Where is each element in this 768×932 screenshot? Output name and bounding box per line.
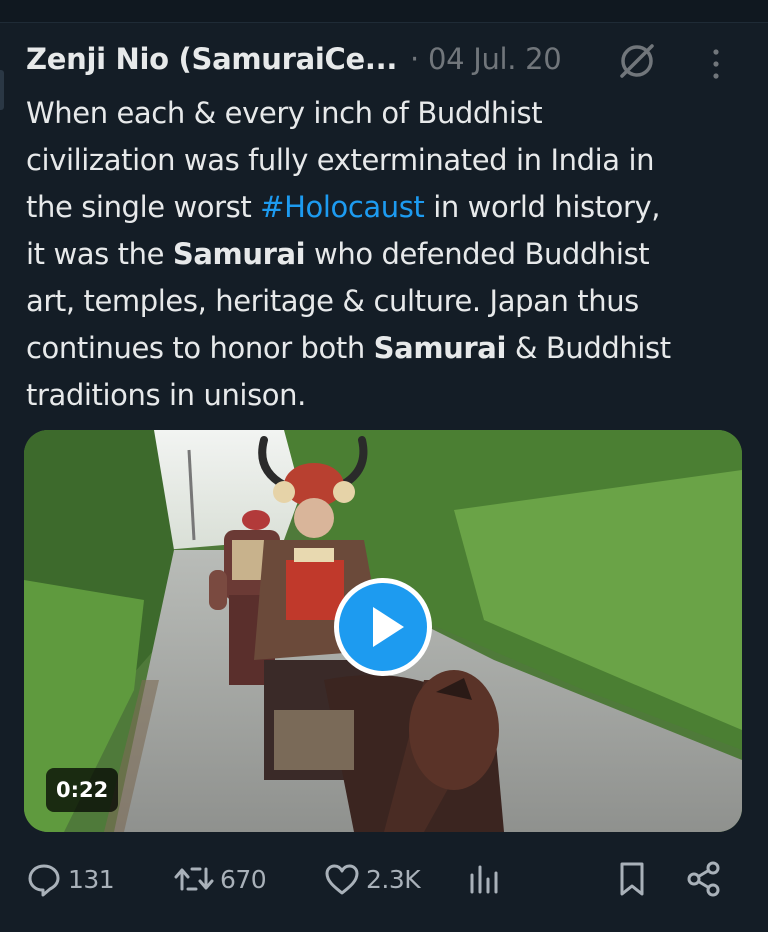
post-text-line: the single worst #Holocaust in world his… [26, 190, 661, 224]
post-text-line: it was the Samurai who defended Buddhist [26, 237, 650, 271]
author-name[interactable]: Zenji Nio (SamuraiCe... [26, 42, 397, 76]
header-separator: · [410, 42, 420, 76]
post-text-line: art, temples, heritage & culture. Japan … [26, 284, 639, 318]
bookmark-button[interactable] [614, 855, 650, 903]
post-text-line: traditions in unison. [26, 378, 306, 412]
bookmark-icon [620, 862, 644, 896]
post-header: Zenji Nio (SamuraiCe... · 04 Jul. 20 [26, 40, 738, 86]
more-icon[interactable] [706, 42, 726, 84]
repost-count: 670 [220, 864, 267, 894]
thread-line [0, 70, 4, 110]
play-button[interactable] [334, 578, 432, 676]
repost-icon [174, 867, 214, 891]
previous-post-edge [0, 0, 768, 23]
heart-icon [325, 864, 359, 895]
post-date[interactable]: 04 Jul. 20 [428, 42, 562, 76]
repost-button[interactable]: 670 [172, 855, 267, 903]
analytics-icon [470, 865, 498, 894]
post-text-line: continues to honor both Samurai & Buddhi… [26, 331, 671, 365]
reply-button[interactable]: 131 [24, 855, 115, 903]
bold-text: Samurai [373, 331, 507, 365]
post-text-line: When each & every inch of Buddhist [26, 96, 543, 130]
like-button[interactable]: 2.3K [322, 855, 421, 903]
grok-icon[interactable] [616, 40, 658, 82]
post-text: When each & every inch of Buddhist civil… [26, 90, 744, 419]
views-button[interactable] [466, 855, 502, 903]
post-text-line: civilization was fully exterminated in I… [26, 143, 655, 177]
bold-text: Samurai [172, 237, 306, 271]
share-button[interactable] [684, 855, 724, 903]
play-icon [373, 607, 404, 647]
reply-icon [28, 864, 60, 897]
hashtag-link[interactable]: #Holocaust [260, 190, 425, 224]
like-count: 2.3K [366, 864, 421, 894]
action-bar: 131 670 2.3K [0, 855, 768, 903]
reply-count: 131 [68, 864, 115, 894]
share-icon [687, 861, 720, 897]
video-duration: 0:22 [46, 768, 119, 812]
